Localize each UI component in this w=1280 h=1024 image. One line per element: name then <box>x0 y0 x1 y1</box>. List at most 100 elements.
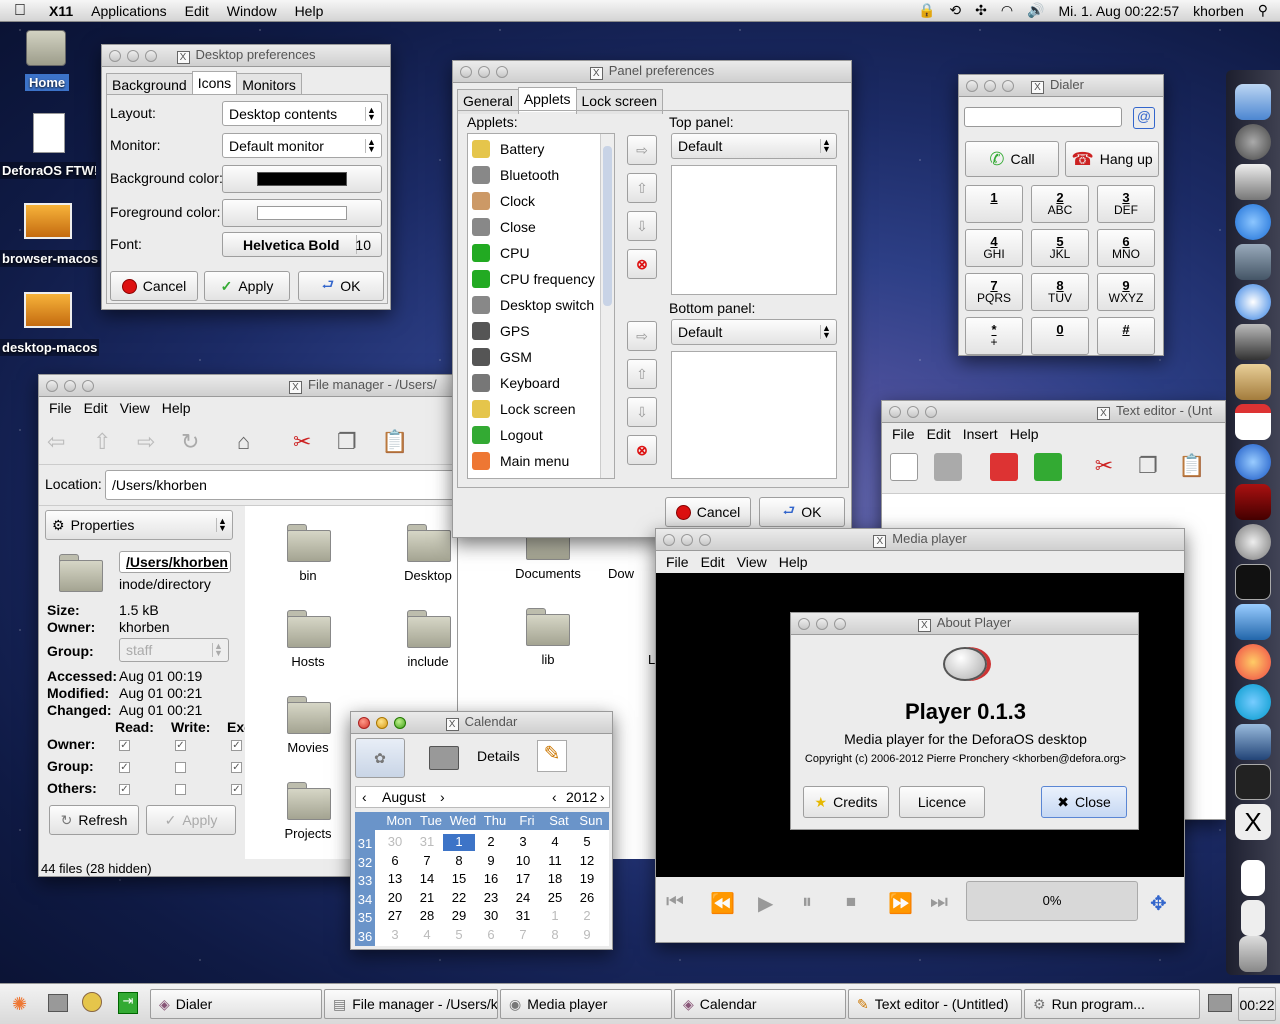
owner-exec-checkbox[interactable]: ✓ <box>231 740 242 751</box>
move-down-bottom-button[interactable]: ⇩ <box>627 397 657 427</box>
zoom-window-icon[interactable] <box>145 49 157 62</box>
calendar-day[interactable]: 3 <box>379 927 411 944</box>
apply-button[interactable]: ✓ Apply <box>146 805 236 835</box>
time-machine-icon[interactable]: ⟲ <box>949 2 961 19</box>
minimize-window-icon[interactable] <box>478 65 490 78</box>
dial-key-8[interactable]: 8 TUV <box>1031 273 1089 311</box>
ok-button[interactable]: ⮐ OK <box>298 271 384 301</box>
menu-app[interactable]: X11 <box>40 3 82 19</box>
layout-select[interactable]: Desktop contents ▲ ▼ <box>222 101 382 126</box>
folder-icon[interactable] <box>287 780 333 820</box>
zoom-window-icon[interactable] <box>496 65 508 78</box>
skype-icon[interactable] <box>1235 684 1271 720</box>
calendar-day[interactable]: 15 <box>443 871 475 888</box>
virtualbox-icon[interactable] <box>1235 724 1271 760</box>
monitor-select[interactable]: Default monitor ▲ ▼ <box>222 133 382 158</box>
calendar-day[interactable]: 11 <box>539 853 571 870</box>
ical-icon[interactable] <box>1235 404 1271 440</box>
dial-key-4[interactable]: 4 GHI <box>965 229 1023 267</box>
calendar-day[interactable]: 2 <box>475 834 507 851</box>
computer-icon[interactable] <box>48 994 68 1012</box>
documents-stack-icon[interactable] <box>1241 860 1265 896</box>
fullscreen-icon[interactable]: ✥ <box>1150 891 1167 916</box>
file-item[interactable]: Documents <box>498 566 598 581</box>
fast-forward-icon[interactable]: ⏩ <box>888 891 913 916</box>
calendar-day[interactable]: 6 <box>379 853 411 870</box>
others-exec-checkbox[interactable]: ✓ <box>231 784 242 795</box>
dial-key-2[interactable]: 2 ABC <box>1031 185 1089 223</box>
menu-edit[interactable]: Edit <box>78 400 114 416</box>
minimize-window-icon[interactable] <box>127 49 139 62</box>
call-button[interactable]: ✆ Call <box>965 141 1059 177</box>
dial-key-hash[interactable]: # <box>1097 317 1155 355</box>
calendar-day[interactable]: 21 <box>411 890 443 907</box>
licence-button[interactable]: Licence <box>899 786 985 818</box>
file-item[interactable]: include <box>378 654 457 669</box>
calendar-day[interactable]: 6 <box>475 927 507 944</box>
tab-applets[interactable]: Applets <box>517 87 577 112</box>
calendar-day[interactable]: 27 <box>379 908 411 925</box>
applet-item[interactable]: CPU <box>472 241 598 265</box>
zoom-window-icon[interactable] <box>1002 79 1014 92</box>
calendar-day[interactable]: 9 <box>571 927 603 944</box>
dashboard-icon[interactable] <box>1235 164 1271 200</box>
menubar-user[interactable]: khorben <box>1193 3 1244 19</box>
group-exec-checkbox[interactable]: ✓ <box>231 762 242 773</box>
applet-item[interactable]: Clock <box>472 189 598 213</box>
file-item[interactable]: Desktop <box>378 568 457 583</box>
forward-icon[interactable]: ⇨ <box>137 429 165 457</box>
applet-item[interactable]: Desktop switch <box>472 293 598 317</box>
location-input[interactable]: /Users/khorben <box>105 470 457 500</box>
skip-back-icon[interactable]: ⏮ <box>666 891 684 914</box>
itunes-icon[interactable] <box>1235 444 1271 480</box>
group-select[interactable]: staff ▲ ▼ <box>119 638 229 662</box>
font-button[interactable]: Helvetica Bold 10 <box>222 232 382 257</box>
downloads-stack-icon[interactable] <box>1241 900 1265 936</box>
menu-edit[interactable]: Edit <box>176 3 218 19</box>
others-read-checkbox[interactable]: ✓ <box>119 784 130 795</box>
menu-file[interactable]: File <box>43 400 78 416</box>
ok-button[interactable]: ⮐ OK <box>759 497 845 527</box>
applets-list[interactable]: Battery Bluetooth Clock Close CPU CPU frequen… <box>467 133 615 479</box>
calendar-day[interactable]: 31 <box>507 908 539 925</box>
document-icon[interactable] <box>33 113 65 153</box>
close-window-icon[interactable] <box>460 65 472 78</box>
calendar-day[interactable]: 22 <box>443 890 475 907</box>
close-window-icon[interactable] <box>889 405 901 418</box>
bottom-panel-list[interactable] <box>671 351 837 479</box>
terminal-icon[interactable] <box>1235 564 1271 600</box>
contacts-icon[interactable]: @ <box>1133 107 1155 129</box>
back-icon[interactable]: ⇦ <box>47 429 75 457</box>
desktop-switch-icon[interactable] <box>1208 994 1232 1012</box>
spotlight-icon[interactable]: ⚲ <box>1258 2 1268 19</box>
background-color-button[interactable] <box>222 165 382 193</box>
group-read-checkbox[interactable]: ✓ <box>119 762 130 773</box>
prev-month-icon[interactable]: ‹ <box>362 789 367 805</box>
move-up-top-button[interactable]: ⇧ <box>627 173 657 203</box>
details-icon[interactable] <box>429 746 459 770</box>
save-icon[interactable] <box>990 453 1018 481</box>
minimize-window-icon[interactable] <box>984 79 996 92</box>
pause-icon[interactable]: ⏸ <box>802 891 812 914</box>
move-down-top-button[interactable]: ⇩ <box>627 211 657 241</box>
dial-key-star[interactable]: * + <box>965 317 1023 355</box>
top-panel-list[interactable] <box>671 165 837 295</box>
remove-bottom-button[interactable]: ⊗ <box>627 435 657 465</box>
taskbar-file-manager[interactable]: ▤ File manager - /Users/khc <box>324 989 498 1019</box>
taskbar-calendar[interactable]: ◈ Calendar <box>674 989 846 1019</box>
logout-icon[interactable]: ⇥ <box>118 992 138 1014</box>
calendar-day[interactable]: 17 <box>507 871 539 888</box>
menu-edit[interactable]: Edit <box>921 426 957 442</box>
menu-window[interactable]: Window <box>218 3 286 19</box>
preview-icon[interactable] <box>1235 244 1271 280</box>
calendar-day[interactable]: 28 <box>411 908 443 925</box>
add-to-bottom-button[interactable]: ⇨ <box>627 321 657 351</box>
desktop-image-icon[interactable] <box>24 292 72 328</box>
lock-icon[interactable]: 🔒 <box>918 2 935 19</box>
menu-help[interactable]: Help <box>773 554 814 570</box>
menu-help[interactable]: Help <box>286 3 333 19</box>
calendar-app-button[interactable]: ✿ <box>355 738 405 778</box>
tab-icons[interactable]: Icons <box>191 71 238 96</box>
taskbar-text-editor[interactable]: ✎ Text editor - (Untitled) <box>848 989 1022 1019</box>
scrollbar[interactable] <box>600 134 614 478</box>
